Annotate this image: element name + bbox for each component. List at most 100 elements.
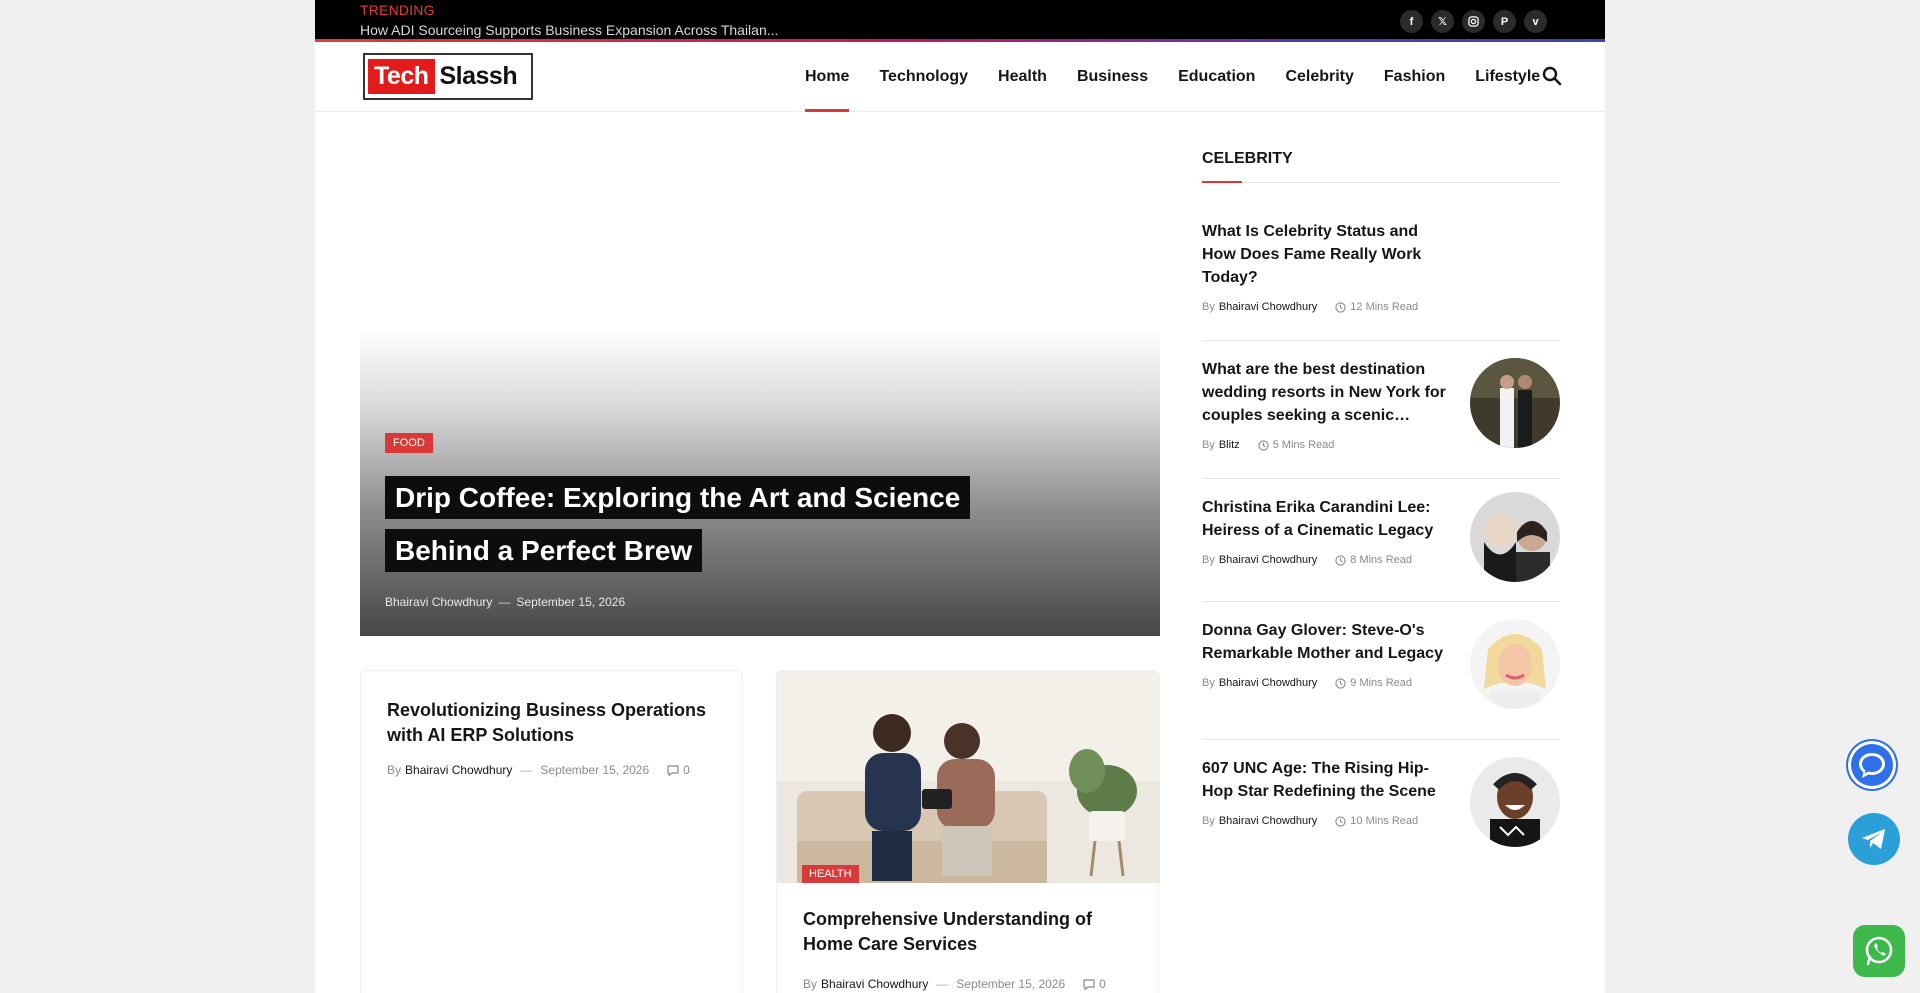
sidebar-post-author[interactable]: Blitz xyxy=(1219,439,1240,451)
sidebar-post-thumbnail[interactable] xyxy=(1470,757,1560,847)
hero-category-badge[interactable]: FOOD xyxy=(385,433,433,453)
hero-title[interactable]: Drip Coffee: Exploring the Art and Scien… xyxy=(385,471,1005,577)
sidebar-post-author[interactable]: Bhairavi Chowdhury xyxy=(1219,815,1317,827)
instagram-icon[interactable] xyxy=(1462,10,1485,33)
sidebar-post-by: By xyxy=(1202,439,1215,451)
sidebar-post-read-time: 5 Mins Read xyxy=(1257,439,1335,451)
sidebar-post-thumbnail[interactable] xyxy=(1470,492,1560,582)
nav-item-education[interactable]: Education xyxy=(1163,42,1270,112)
trending-headline-link[interactable]: How ADI Sourceing Supports Business Expa… xyxy=(360,22,778,38)
sidebar-post-by: By xyxy=(1202,301,1215,313)
clock-icon xyxy=(1335,815,1346,827)
post-card-comment-count: 0 xyxy=(1099,977,1106,991)
vimeo-icon[interactable]: v xyxy=(1524,10,1547,33)
nav-item-technology[interactable]: Technology xyxy=(864,42,983,112)
sidebar-post-read-text: 9 Mins Read xyxy=(1350,677,1413,689)
nav-item-health[interactable]: Health xyxy=(983,42,1062,112)
nav-item-celebrity[interactable]: Celebrity xyxy=(1270,42,1368,112)
post-card-category-badge[interactable]: HEALTH xyxy=(802,865,859,883)
comment-icon xyxy=(667,764,679,776)
nav-item-home[interactable]: Home xyxy=(790,42,864,112)
post-card-date: September 15, 2026 xyxy=(956,977,1066,991)
sidebar-post-read-text: 5 Mins Read xyxy=(1272,439,1335,451)
post-card-author[interactable]: Bhairavi Chowdhury xyxy=(405,763,512,777)
post-card-author[interactable]: Bhairavi Chowdhury xyxy=(821,977,928,991)
post-card[interactable]: Revolutionizing Business Operations with… xyxy=(360,670,743,993)
clock-icon xyxy=(1335,677,1346,689)
chat-widget-button[interactable] xyxy=(1846,739,1898,791)
comment-icon xyxy=(1083,978,1095,990)
sidebar-post-thumbnail[interactable] xyxy=(1470,619,1560,709)
facebook-icon[interactable]: f xyxy=(1400,10,1423,33)
sidebar-post-author[interactable]: Bhairavi Chowdhury xyxy=(1219,554,1317,566)
hero-author[interactable]: Bhairavi Chowdhury xyxy=(385,595,492,609)
hero-meta: Bhairavi Chowdhury — September 15, 2026 xyxy=(385,595,625,609)
clock-icon xyxy=(1335,554,1346,566)
clock-icon xyxy=(1257,439,1269,451)
post-card-comment-count: 0 xyxy=(683,763,690,777)
sidebar-post[interactable]: Donna Gay Glover: Steve-O's Remarkable M… xyxy=(1202,619,1560,740)
x-icon[interactable]: 𝕏 xyxy=(1431,10,1454,33)
sidebar-post-read-time: 9 Mins Read xyxy=(1335,677,1412,689)
sidebar-post-title[interactable]: Donna Gay Glover: Steve-O's Remarkable M… xyxy=(1202,619,1447,665)
post-card-date: September 15, 2026 xyxy=(540,763,650,777)
logo-text-red: Tech xyxy=(368,59,435,94)
page-wrapper: TRENDING How ADI Sourceing Supports Busi… xyxy=(315,0,1605,993)
sidebar-post[interactable]: What are the best destination wedding re… xyxy=(1202,358,1560,479)
post-card-comments[interactable]: 0 xyxy=(1083,977,1106,991)
sidebar-post-read-text: 10 Mins Read xyxy=(1350,815,1419,827)
nav-item-business[interactable]: Business xyxy=(1062,42,1163,112)
hero-title-text[interactable]: Drip Coffee: Exploring the Art and Scien… xyxy=(385,476,971,572)
sidebar-post-meta: By Bhairavi Chowdhury 12 Mins Read xyxy=(1202,301,1560,313)
post-card-separator: — xyxy=(936,977,949,991)
post-card-separator: — xyxy=(520,763,533,777)
post-card[interactable]: HEALTH Comprehensive Understanding of Ho… xyxy=(776,670,1160,993)
sidebar-post-author[interactable]: Bhairavi Chowdhury xyxy=(1219,301,1317,313)
sidebar-post[interactable]: What Is Celebrity Status and How Does Fa… xyxy=(1202,220,1560,341)
chat-bubble-icon xyxy=(1859,753,1885,778)
nav-item-fashion[interactable]: Fashion xyxy=(1369,42,1460,112)
sidebar-post-title[interactable]: What are the best destination wedding re… xyxy=(1202,358,1447,427)
post-card-title[interactable]: Comprehensive Understanding of Home Care… xyxy=(803,907,1133,957)
post-card-image[interactable] xyxy=(777,671,1160,883)
sidebar-post-title[interactable]: Christina Erika Carandini Lee: Heiress o… xyxy=(1202,496,1447,542)
post-card-meta: By Bhairavi Chowdhury — September 15, 20… xyxy=(803,977,1106,991)
sidebar-post-title[interactable]: What Is Celebrity Status and How Does Fa… xyxy=(1202,220,1447,289)
post-card-title[interactable]: Revolutionizing Business Operations with… xyxy=(387,698,717,748)
whatsapp-icon xyxy=(1865,936,1893,966)
sidebar-post[interactable]: Christina Erika Carandini Lee: Heiress o… xyxy=(1202,492,1560,602)
trending-label: TRENDING xyxy=(360,2,435,18)
post-card-comments[interactable]: 0 xyxy=(667,763,690,777)
sidebar-post-read-text: 8 Mins Read xyxy=(1350,554,1413,566)
sidebar-post-read-time: 8 Mins Read xyxy=(1335,554,1412,566)
whatsapp-button[interactable] xyxy=(1853,925,1905,977)
main-nav: Home Technology Health Business Educatio… xyxy=(790,42,1555,112)
sidebar-post[interactable]: 607 UNC Age: The Rising Hip-Hop Star Red… xyxy=(1202,757,1560,878)
sidebar-heading: CELEBRITY xyxy=(1202,150,1560,183)
sidebar-post-read-time: 12 Mins Read xyxy=(1335,301,1418,313)
sidebar-celebrity: CELEBRITY What Is Celebrity Status and H… xyxy=(1202,150,1560,847)
clock-icon xyxy=(1335,301,1346,313)
sidebar-post-thumbnail[interactable] xyxy=(1470,358,1560,448)
post-card-by: By xyxy=(387,763,402,777)
top-bar: TRENDING How ADI Sourceing Supports Busi… xyxy=(315,0,1605,40)
sidebar-post-by: By xyxy=(1202,677,1215,689)
logo-text-black: Slassh xyxy=(439,62,518,90)
nav-item-lifestyle[interactable]: Lifestyle xyxy=(1460,42,1555,112)
post-card-meta: By Bhairavi Chowdhury — September 15, 20… xyxy=(387,763,690,777)
main-header: Tech Slassh Home Technology Health Busin… xyxy=(315,42,1605,112)
search-icon[interactable] xyxy=(1542,66,1564,88)
sidebar-post-read-time: 10 Mins Read xyxy=(1335,815,1418,827)
sidebar-post-by: By xyxy=(1202,815,1215,827)
hero-featured-post[interactable]: FOOD Drip Coffee: Exploring the Art and … xyxy=(360,326,1160,636)
site-logo[interactable]: Tech Slassh xyxy=(363,53,533,100)
telegram-button[interactable] xyxy=(1848,813,1900,865)
social-links: f 𝕏 P v xyxy=(1400,10,1547,33)
sidebar-post-author[interactable]: Bhairavi Chowdhury xyxy=(1219,677,1317,689)
pinterest-icon[interactable]: P xyxy=(1493,10,1516,33)
sidebar-post-by: By xyxy=(1202,554,1215,566)
sidebar-post-read-text: 12 Mins Read xyxy=(1350,301,1419,313)
post-card-by: By xyxy=(803,977,818,991)
hero-date: September 15, 2026 xyxy=(516,595,626,609)
sidebar-post-title[interactable]: 607 UNC Age: The Rising Hip-Hop Star Red… xyxy=(1202,757,1447,803)
